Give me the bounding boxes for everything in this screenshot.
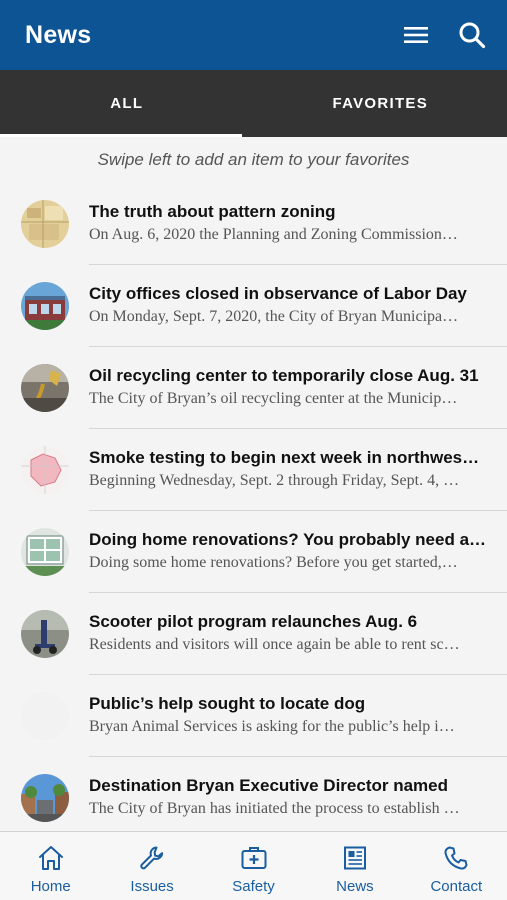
news-list-item[interactable]: City offices closed in observance of Lab… — [0, 265, 507, 347]
nav-home[interactable]: Home — [0, 832, 101, 900]
nav-news-label: News — [336, 878, 374, 895]
page-title: News — [25, 20, 92, 49]
nav-contact-label: Contact — [430, 878, 483, 895]
news-summary: Residents and visitors will once again b… — [89, 636, 460, 653]
tab-bar: ALL FAVORITES — [0, 70, 507, 137]
news-list-item[interactable]: Public’s help sought to locate dog Bryan… — [0, 675, 507, 757]
blank-thumbnail — [21, 692, 69, 740]
phone-icon — [442, 844, 470, 872]
home-icon — [37, 844, 65, 872]
zoning-map-thumbnail — [21, 200, 69, 248]
tab-favorites[interactable]: FAVORITES — [254, 70, 507, 137]
nav-safety-label: Safety — [232, 878, 275, 895]
bottom-navigation: Home Issues Safety News Contact — [0, 831, 507, 900]
area-map-thumbnail — [21, 446, 69, 494]
wrench-icon — [138, 844, 166, 872]
news-title: Public’s help sought to locate dog — [89, 694, 366, 713]
news-summary: Beginning Wednesday, Sept. 2 through Fri… — [89, 472, 460, 489]
news-list-item[interactable]: Doing home renovations? You probably nee… — [0, 511, 507, 593]
news-list: The truth about pattern zoning On Aug. 6… — [0, 183, 507, 839]
news-title: Destination Bryan Executive Director nam… — [89, 776, 449, 795]
news-list-item[interactable]: Oil recycling center to temporarily clos… — [0, 347, 507, 429]
news-list-item[interactable]: Scooter pilot program relaunches Aug. 6 … — [0, 593, 507, 675]
tab-all[interactable]: ALL — [0, 70, 254, 137]
house-window-thumbnail — [21, 528, 69, 576]
nav-issues[interactable]: Issues — [101, 832, 202, 900]
news-title: City offices closed in observance of Lab… — [89, 284, 467, 303]
search-icon[interactable] — [457, 20, 487, 50]
nav-news[interactable]: News — [304, 832, 405, 900]
hamburger-menu-icon[interactable] — [401, 20, 431, 50]
scooter-thumbnail — [21, 610, 69, 658]
header-actions — [401, 0, 487, 70]
news-title: Smoke testing to begin next week in nort… — [89, 448, 480, 467]
newspaper-icon — [341, 844, 369, 872]
news-title: Doing home renovations? You probably nee… — [89, 530, 487, 549]
nav-contact[interactable]: Contact — [406, 832, 507, 900]
news-title: The truth about pattern zoning — [89, 202, 336, 221]
oil-pour-thumbnail — [21, 364, 69, 412]
news-list-item[interactable]: Destination Bryan Executive Director nam… — [0, 757, 507, 839]
news-summary: On Monday, Sept. 7, 2020, the City of Br… — [89, 308, 459, 325]
news-summary: Bryan Animal Services is asking for the … — [89, 718, 455, 735]
news-summary: The City of Bryan has initiated the proc… — [89, 800, 460, 817]
news-summary: Doing some home renovations? Before you … — [89, 554, 458, 571]
downtown-thumbnail — [21, 774, 69, 822]
news-summary: On Aug. 6, 2020 the Planning and Zoning … — [89, 226, 458, 243]
city-office-thumbnail — [21, 282, 69, 330]
news-summary: The City of Bryan’s oil recycling center… — [89, 390, 458, 407]
news-title: Scooter pilot program relaunches Aug. 6 — [89, 612, 418, 631]
news-list-item[interactable]: The truth about pattern zoning On Aug. 6… — [0, 183, 507, 265]
nav-home-label: Home — [30, 878, 71, 895]
news-title: Oil recycling center to temporarily clos… — [89, 366, 479, 385]
nav-safety[interactable]: Safety — [203, 832, 304, 900]
news-list-item[interactable]: Smoke testing to begin next week in nort… — [0, 429, 507, 511]
app-header: News — [0, 0, 507, 70]
nav-issues-label: Issues — [130, 878, 174, 895]
first-aid-icon — [240, 844, 268, 872]
swipe-hint: Swipe left to add an item to your favori… — [97, 150, 410, 169]
